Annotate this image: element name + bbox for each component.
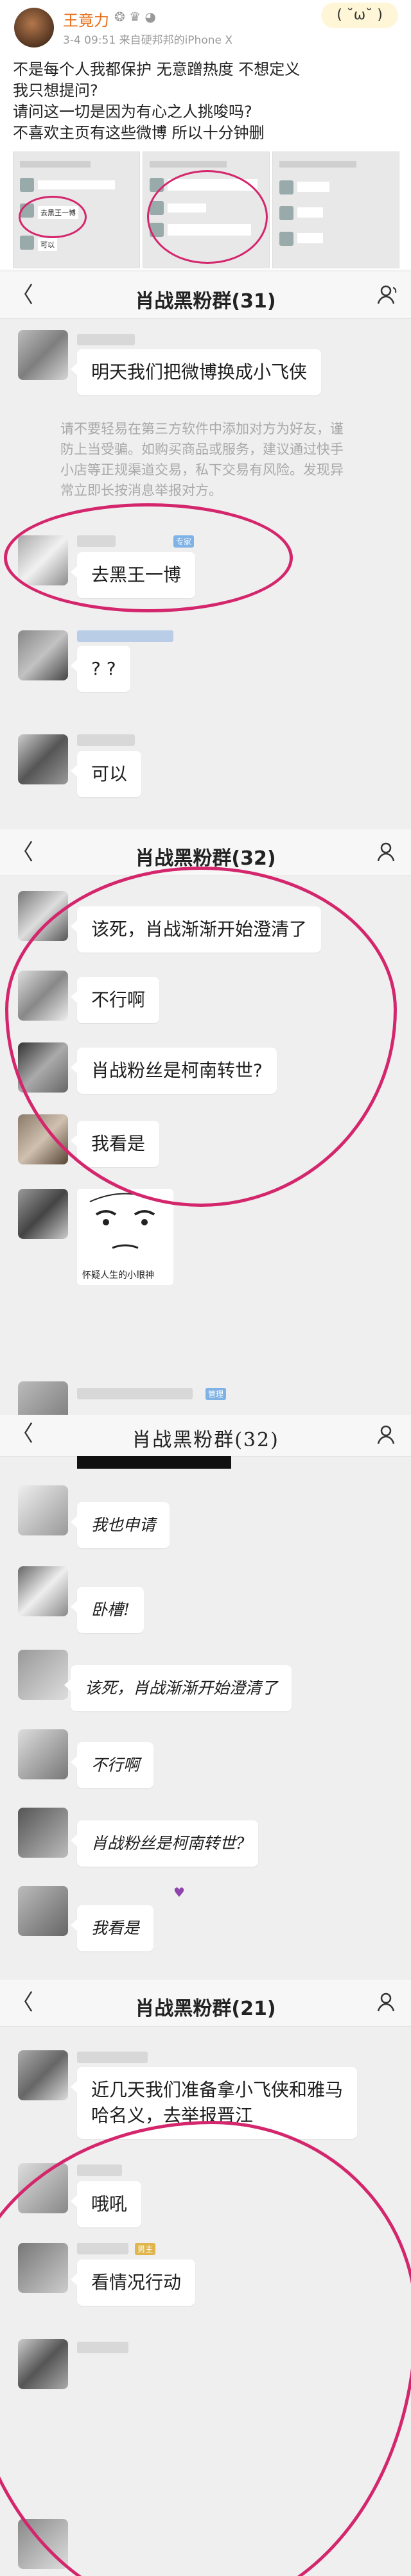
author-name[interactable]: 王竟力 <box>63 8 109 30</box>
chat-panel-1: 〈 肖战黑粉群(31) 明天我们把微博换成小飞侠 请不要轻易在第三方软件中添加对… <box>0 272 411 829</box>
avatar[interactable] <box>18 330 68 380</box>
chat-navbar: 〈 肖战黑粉群(21) <box>0 1980 411 2027</box>
sender-nickname <box>77 2165 122 2176</box>
face-sticker-icon <box>89 1193 161 1249</box>
avatar[interactable] <box>18 1808 68 1858</box>
sender-nickname <box>77 2052 148 2063</box>
avatar[interactable] <box>18 1485 68 1535</box>
avatar[interactable] <box>18 630 68 680</box>
message-bubble: 该死，肖战渐渐开始澄清了 <box>64 1665 292 1711</box>
chat-title: 肖战黑粉群(21) <box>135 1998 276 2020</box>
group-members-icon[interactable] <box>376 284 398 306</box>
avatar[interactable] <box>18 1114 68 1164</box>
message-bubble: 明天我们把微博换成小飞侠 <box>70 349 322 395</box>
sticker-icon: ( ˘ω˘ ) <box>321 3 398 28</box>
chat-panel-2: 〈 肖战黑粉群(32) 该死，肖战渐渐开始澄清了 不行啊 肖战粉丝是柯南转世? … <box>0 829 411 1415</box>
avatar[interactable] <box>18 535 68 585</box>
sender-nickname <box>77 535 116 547</box>
sender-nickname <box>77 2342 128 2353</box>
vip-badge-icons: ❂ ♛ ◕ <box>114 9 156 24</box>
avatar[interactable] <box>18 2243 68 2293</box>
post-image-1[interactable]: 去黑王一博 可以 <box>13 151 140 268</box>
message-bubble: 看情况行动 <box>70 2260 196 2306</box>
post-line: 不是每个人我都保护 无意蹭热度 不想定义 <box>13 60 301 78</box>
message-bubble: 肖战粉丝是柯南转世? <box>70 1820 259 1867</box>
chat-title: 肖战黑粉群(31) <box>135 290 276 313</box>
heart-icon: ♥ <box>173 1885 185 1900</box>
message-bubble: 近几天我们准备拿小飞侠和雅马 哈名义，去举报晋江 <box>70 2067 358 2139</box>
avatar[interactable] <box>18 1886 68 1936</box>
group-members-icon[interactable] <box>376 841 398 863</box>
message-bubble: 去黑王一博 <box>70 552 196 598</box>
chat-navbar: 〈 肖战黑粉群(31) <box>0 272 411 319</box>
post-image-3[interactable] <box>272 151 399 268</box>
avatar[interactable] <box>18 1566 68 1616</box>
message-bubble: ? ? <box>71 646 130 692</box>
message-bubble: 可以 <box>70 751 142 797</box>
member-badge: 管理 <box>206 1388 227 1400</box>
sticker-image: 怀疑人生的小眼神 <box>77 1189 173 1285</box>
post-body: 不是每个人我都保护 无意蹭热度 不想定义 我只想提问? 请问这一切是因为有心之人… <box>13 59 300 144</box>
sender-nickname <box>77 1388 193 1399</box>
sender-nickname <box>77 630 173 642</box>
chat-title: 肖战黑粉群(32) <box>132 1429 279 1451</box>
avatar[interactable] <box>18 2163 68 2213</box>
avatar[interactable] <box>18 2339 68 2389</box>
sender-nickname <box>77 334 135 345</box>
message-bubble: 我也申请 <box>70 1502 170 1548</box>
avatar[interactable] <box>18 971 68 1021</box>
post-image-2[interactable] <box>143 151 270 268</box>
chat-panel-4: 〈 肖战黑粉群(21) 近几天我们准备拿小飞侠和雅马 哈名义，去举报晋江 哦吼 … <box>0 1980 411 2576</box>
group-members-icon[interactable] <box>376 1991 398 2013</box>
chat-navbar: 〈 肖战黑粉群(32) <box>0 829 411 876</box>
chat-navbar: 〈 肖战黑粉群(32) <box>0 1415 411 1457</box>
avatar[interactable] <box>18 1729 68 1779</box>
weibo-post: 王竟力 ❂ ♛ ◕ 3-4 09:51 来自硬邦邦的iPhone X ( ˘ω˘… <box>0 0 411 270</box>
message-bubble: 卧槽! <box>70 1587 144 1633</box>
member-badge: 专家 <box>173 535 195 548</box>
author-avatar[interactable] <box>14 8 54 48</box>
post-line: 我只想提问? <box>13 82 98 99</box>
avatar[interactable] <box>18 1381 68 1415</box>
avatar[interactable] <box>18 2050 68 2100</box>
member-badge: 男主 <box>135 2243 156 2255</box>
system-notice: 请不要轻易在第三方软件中添加对方为好友，谨防上当受骗。如购买商品或服务，建议通过… <box>60 421 344 498</box>
chat-panel-3: 〈 肖战黑粉群(32) 我也申请 卧槽! 该死，肖战渐渐开始澄清了 不行啊 肖战… <box>0 1415 411 1980</box>
avatar[interactable] <box>18 734 68 784</box>
chat-title: 肖战黑粉群(32) <box>135 847 276 870</box>
message-bubble: 该死，肖战渐渐开始澄清了 <box>70 906 322 953</box>
message-bubble: 我看是 <box>70 1905 154 1951</box>
post-meta: 3-4 09:51 来自硬邦邦的iPhone X <box>63 34 232 47</box>
sender-nickname <box>77 2243 128 2254</box>
post-line: 请问这一切是因为有心之人挑唆吗? <box>13 103 252 121</box>
avatar[interactable] <box>18 2519 68 2569</box>
sender-nickname <box>77 734 135 746</box>
avatar[interactable] <box>18 891 68 941</box>
thumb-caption: 可以 <box>38 238 57 251</box>
redaction-bar <box>77 1456 231 1469</box>
sticker-caption: 怀疑人生的小眼神 <box>82 1270 154 1281</box>
avatar[interactable] <box>18 1650 68 1700</box>
message-bubble: 肖战粉丝是柯南转世? <box>71 1048 277 1094</box>
avatar[interactable] <box>18 1189 68 1239</box>
message-bubble: 不行啊 <box>70 1742 154 1788</box>
message-bubble: 哦吼 <box>70 2181 142 2227</box>
message-bubble: 我看是 <box>70 1121 160 1167</box>
group-members-icon[interactable] <box>376 1424 398 1446</box>
message-bubble: 不行啊 <box>70 977 160 1023</box>
post-line: 不喜欢主页有这些微博 所以十分钟删 <box>13 124 265 142</box>
avatar[interactable] <box>18 1042 68 1093</box>
